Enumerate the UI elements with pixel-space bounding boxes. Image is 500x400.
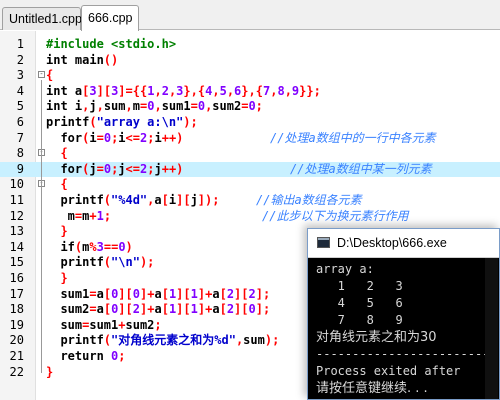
code-comment: //此步以下为换元素行作用 [262,208,409,223]
editor-tab-bar: Untitled1.cpp 666.cpp [0,0,500,31]
code-text: if(m%3==0) [46,239,133,254]
code-text: sum2=a[0][2]+a[1][1]+a[2][0]; [46,302,271,317]
code-text: printf("%4d",a[i][j]); [46,193,220,207]
console-line: 请按任意键继续. . . [316,381,428,396]
line-number: 16 [9,271,24,285]
code-line[interactable]: 10 {- [0,177,500,192]
console-line: array a: [316,262,374,276]
console-line: 对角线元素之和为30 [316,330,437,345]
tab-untitled1[interactable]: Untitled1.cpp [2,7,82,30]
line-number: 9 [16,161,24,176]
line-number: 10 [9,177,24,192]
code-text: printf("array a:\n"); [46,115,198,129]
code-text: int a[3][3]={{1,2,3},{4,5,6},{7,8,9}}; [46,83,321,98]
code-comment: //处理a数组中某一列元素 [290,161,432,176]
line-number: 4 [16,83,24,98]
console-line: 4 5 6 [316,296,403,310]
code-text: return 0; [46,349,126,363]
code-line[interactable]: 4 int a[3][3]={{1,2,3},{4,5,6},{7,8,9}}; [0,84,500,99]
tab-666-cpp[interactable]: 666.cpp [81,5,139,31]
code-line[interactable]: 9 for(j=0;j<=2;j++) //处理a数组中某一列元素 [0,161,500,177]
line-number: 22 [9,364,24,379]
code-text: printf("对角线元素之和为%d",sum); [46,333,280,348]
console-output: array a: 1 2 3 4 5 6 7 8 9 对角线元素之和为30 ----… [316,261,494,399]
code-text: int i,j,sum,m=0,sum1=0,sum2=0; [46,99,263,114]
console-line: Process exited after [316,364,461,378]
line-number: 7 [16,130,24,145]
console-line: -------------------------------- [316,347,494,361]
console-title: D:\Desktop\666.exe [337,236,447,250]
code-line[interactable]: 8 {- [0,146,500,161]
code-line[interactable]: 5 int i,j,sum,m=0,sum1=0,sum2=0; [0,99,500,114]
code-text: for(i=0;i<=2;i++) [46,130,184,145]
fold-guide [41,189,42,233]
line-number: 19 [9,317,24,332]
code-line[interactable]: 11 printf("%4d",a[i][j]); //输出a数组各元素 [0,193,500,208]
line-number: 12 [9,208,24,223]
line-number: 15 [9,255,24,270]
code-line[interactable]: 3 {- [0,68,500,83]
code-text: } [46,224,68,239]
code-line[interactable]: 12 m=m+1; //此步以下为换元素行作用 [0,209,500,224]
line-number: 3 [16,68,24,83]
line-number: 1 [16,37,24,51]
line-number: 14 [9,239,24,254]
code-text: #include <stdio.h> [46,37,177,51]
code-comment: //处理a数组中的一行中各元素 [270,130,436,145]
code-comment: //输出a数组各元素 [256,193,362,207]
code-text: sum1=a[0][0]+a[1][1]+a[2][2]; [46,286,271,301]
code-text: { [46,146,68,161]
console-line: 1 2 3 [316,279,403,293]
code-line[interactable]: 2 int main() [0,53,500,68]
console-app-icon [317,237,330,248]
code-text: printf("\n"); [46,255,155,270]
console-scrollbar[interactable] [485,258,498,399]
line-number: 20 [9,333,24,348]
console-window[interactable]: D:\Desktop\666.exe array a: 1 2 3 4 5 6 … [307,228,500,400]
code-text: } [46,364,54,379]
code-text: m=m+1; [46,208,112,223]
line-number: 21 [9,349,24,363]
code-line[interactable]: 7 for(i=0;i<=2;i++) //处理a数组中的一行中各元素 [0,131,500,146]
line-number: 6 [16,115,24,129]
code-text: int main() [46,52,119,67]
code-text: { [46,177,68,192]
line-number: 2 [16,52,24,67]
code-line[interactable]: 6 printf("array a:\n"); [0,115,500,130]
line-number: 18 [9,302,24,317]
console-title-bar[interactable]: D:\Desktop\666.exe [308,229,499,258]
line-number: 13 [9,224,24,239]
code-text: { [46,68,54,83]
line-number: 5 [16,99,24,114]
line-number: 8 [16,146,24,161]
code-text: for(j=0;j<=2;j++) [46,161,184,176]
code-text: sum=sum1+sum2; [46,317,162,332]
code-line[interactable]: 1 #include <stdio.h> [0,37,500,52]
line-number: 11 [9,193,24,207]
fold-toggle-icon[interactable]: - [38,71,45,79]
line-number: 17 [9,286,24,301]
console-line: 7 8 9 [316,313,403,327]
code-text: } [46,271,68,285]
